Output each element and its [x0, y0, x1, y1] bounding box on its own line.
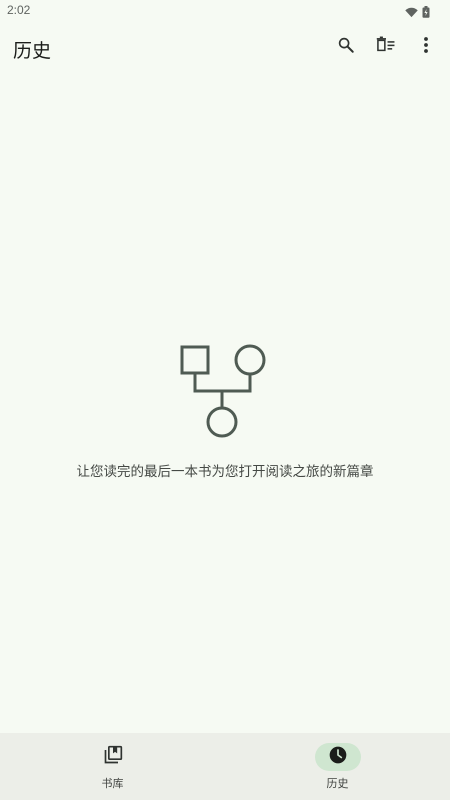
library-icon	[103, 745, 123, 769]
history-clock-icon	[328, 745, 348, 769]
bottom-navigation: 书库 历史	[0, 733, 450, 800]
family-tree-icon	[0, 340, 450, 440]
nav-item-history[interactable]: 历史	[225, 733, 450, 800]
empty-state: 让您读完的最后一本书为您打开阅读之旅的新篇章	[0, 340, 450, 480]
status-time: 2:02	[7, 3, 31, 17]
app-bar: 历史	[0, 22, 450, 74]
nav-item-library[interactable]: 书库	[0, 733, 225, 800]
wifi-icon	[405, 3, 418, 22]
more-options-button[interactable]	[413, 34, 439, 60]
more-vert-icon	[423, 36, 429, 58]
delete-history-icon	[376, 36, 396, 58]
nav-label-library: 书库	[101, 777, 124, 790]
nav-label-history: 历史	[326, 777, 349, 790]
empty-message: 让您读完的最后一本书为您打开阅读之旅的新篇章	[76, 464, 374, 480]
status-bar: 2:02	[0, 0, 450, 22]
search-icon	[337, 36, 355, 58]
page-title: 历史	[13, 40, 52, 62]
nav-indicator-history	[314, 743, 361, 771]
nav-indicator-library	[90, 743, 136, 771]
clear-history-button[interactable]	[373, 34, 399, 60]
battery-icon	[422, 3, 430, 22]
search-button[interactable]	[333, 34, 359, 60]
status-icons	[405, 3, 430, 22]
